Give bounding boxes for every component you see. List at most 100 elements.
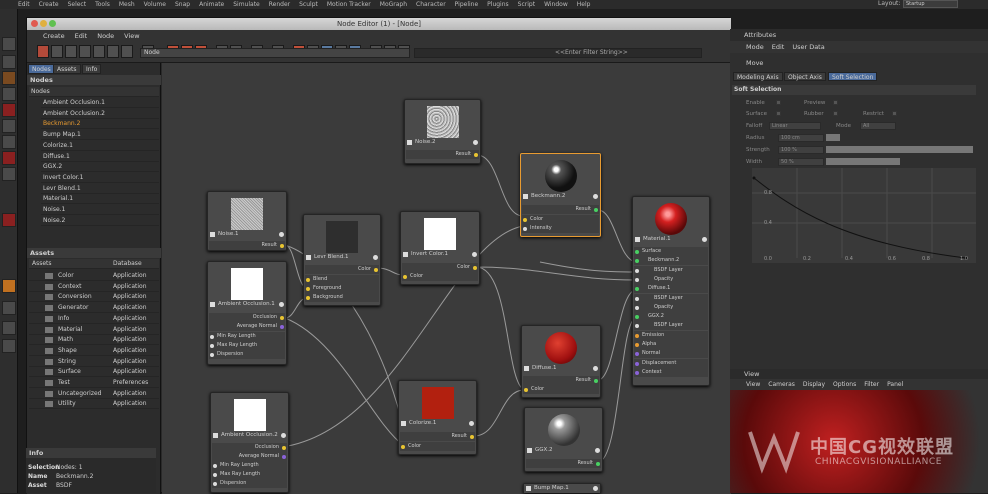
- surface-checkbox[interactable]: [776, 111, 781, 116]
- tool-icon[interactable]: [2, 87, 16, 101]
- node-list-item[interactable]: Ambient Occlusion.1: [41, 98, 159, 108]
- asset-row[interactable]: Generator Application: [29, 303, 159, 314]
- port-average-normal[interactable]: Average Normal: [209, 322, 285, 331]
- tool-icon[interactable]: [2, 213, 16, 227]
- material-port[interactable]: BSDF Layer: [634, 321, 708, 331]
- close-icon[interactable]: [31, 20, 38, 27]
- menu-simulate[interactable]: Simulate: [233, 1, 260, 8]
- menu-cameras[interactable]: Cameras: [768, 379, 795, 390]
- menu-pipeline[interactable]: Pipeline: [455, 1, 478, 8]
- port-result[interactable]: Result: [522, 205, 599, 214]
- menu-sculpt[interactable]: Sculpt: [299, 1, 318, 8]
- tool-icon[interactable]: [93, 45, 105, 58]
- menu-edit[interactable]: Edit: [772, 41, 785, 53]
- layout-select[interactable]: Startup: [903, 0, 958, 8]
- tool-icon[interactable]: [2, 135, 16, 149]
- port-min-ray[interactable]: Min Ray Length: [209, 332, 285, 341]
- mode-select[interactable]: All: [860, 122, 896, 130]
- width-input[interactable]: 50 %: [778, 158, 824, 166]
- node-list-item[interactable]: Levr Blend.1: [41, 184, 159, 194]
- menu-animate[interactable]: Animate: [199, 1, 224, 8]
- tool-icon[interactable]: [121, 45, 133, 58]
- menu-panel[interactable]: Panel: [887, 379, 903, 390]
- tool-icon[interactable]: [107, 45, 119, 58]
- menu-create[interactable]: Create: [39, 1, 59, 8]
- node-list-item[interactable]: Bump Map.1: [41, 130, 159, 141]
- port-color-out[interactable]: Color: [305, 265, 379, 274]
- asset-row[interactable]: Math Application: [29, 335, 159, 346]
- menu-plugins[interactable]: Plugins: [487, 1, 509, 8]
- port-result[interactable]: Result: [400, 432, 475, 441]
- material-port[interactable]: Diffuse.1: [634, 284, 708, 294]
- tool-icon[interactable]: [2, 37, 16, 51]
- material-port[interactable]: Context: [634, 367, 708, 377]
- node-list-item[interactable]: GGX.2: [41, 162, 159, 173]
- port-min-ray[interactable]: Min Ray Length: [212, 461, 287, 470]
- asset-row[interactable]: Shape Application: [29, 346, 159, 356]
- menu-mesh[interactable]: Mesh: [119, 1, 135, 8]
- strength-input[interactable]: 100 %: [778, 146, 824, 154]
- tool-icon[interactable]: [51, 45, 63, 58]
- port-color-in[interactable]: Color: [400, 442, 475, 451]
- editor-menu-create[interactable]: Create: [43, 32, 65, 40]
- strength-slider[interactable]: [826, 146, 973, 153]
- menu-help[interactable]: Help: [577, 1, 591, 8]
- tool-icon[interactable]: [65, 45, 77, 58]
- width-slider[interactable]: [826, 158, 900, 165]
- menu-edit[interactable]: Edit: [18, 1, 30, 8]
- port-max-ray[interactable]: Max Ray Length: [212, 470, 287, 479]
- tool-icon[interactable]: [2, 167, 16, 181]
- port-max-ray[interactable]: Max Ray Length: [209, 341, 285, 350]
- node-list-item[interactable]: Beckmann.2: [41, 119, 159, 130]
- port-result[interactable]: Result: [209, 241, 285, 250]
- asset-row[interactable]: Surface Application: [29, 367, 159, 378]
- port-intensity[interactable]: Intensity: [522, 224, 599, 233]
- tool-icon[interactable]: [2, 103, 16, 117]
- lock-icon[interactable]: [2, 321, 16, 335]
- menu-character[interactable]: Character: [416, 1, 446, 8]
- editor-menu-node[interactable]: Node: [97, 32, 114, 40]
- tool-icon[interactable]: [2, 151, 16, 165]
- menu-window[interactable]: Window: [544, 1, 568, 8]
- material-port[interactable]: Opacity: [634, 302, 708, 312]
- node-list-item[interactable]: Noise.1: [41, 205, 159, 215]
- tool-icon[interactable]: [2, 71, 16, 85]
- node-bump-map-1[interactable]: Bump Map.1: [523, 483, 601, 493]
- node-colorize-1[interactable]: Colorize.1 Result Color: [398, 380, 477, 455]
- node-list-item[interactable]: Invert Color.1: [41, 173, 159, 183]
- port-occlusion[interactable]: Occlusion: [209, 313, 285, 322]
- tab-soft-selection[interactable]: Soft Selection: [828, 72, 878, 81]
- radius-input[interactable]: 100 cm: [778, 134, 824, 142]
- node-ambient-occlusion-2[interactable]: Ambient Occlusion.2 Occlusion Average No…: [210, 392, 289, 493]
- material-port[interactable]: Opacity: [634, 274, 708, 284]
- material-port[interactable]: BSDF Layer: [634, 293, 708, 303]
- menu-motion-tracker[interactable]: Motion Tracker: [327, 1, 371, 8]
- port-average-normal[interactable]: Average Normal: [212, 452, 287, 461]
- asset-row[interactable]: Conversion Application: [29, 292, 159, 303]
- port-color-in[interactable]: Color: [523, 385, 599, 394]
- node-noise-2[interactable]: Noise.2 Result: [404, 99, 481, 164]
- asset-row[interactable]: Color Application: [29, 271, 159, 281]
- menu-snap[interactable]: Snap: [175, 1, 190, 8]
- falloff-graph[interactable]: [752, 168, 976, 263]
- tab-assets[interactable]: Assets: [53, 64, 81, 74]
- port-result[interactable]: Result: [406, 150, 479, 159]
- tool-icon[interactable]: [2, 55, 16, 69]
- material-port[interactable]: Beckmann.2: [634, 256, 708, 266]
- node-levr-blend-1[interactable]: Levr Blend.1 Color Blend Foreground Back…: [303, 214, 381, 306]
- port-occlusion[interactable]: Occlusion: [212, 443, 287, 452]
- menu-filter[interactable]: Filter: [864, 379, 879, 390]
- editor-menu-edit[interactable]: Edit: [75, 32, 88, 40]
- enable-checkbox[interactable]: [776, 100, 781, 105]
- material-port[interactable]: Surface: [634, 247, 708, 256]
- editor-menu-view[interactable]: View: [124, 32, 139, 40]
- tab-nodes[interactable]: Nodes: [28, 64, 55, 74]
- material-port[interactable]: GGX.2: [634, 312, 708, 322]
- port-background[interactable]: Background: [305, 293, 379, 302]
- asset-row[interactable]: Uncategorized Application: [29, 389, 159, 399]
- port-foreground[interactable]: Foreground: [305, 284, 379, 293]
- tab-info[interactable]: Info: [82, 64, 102, 74]
- port-blend[interactable]: Blend: [305, 275, 379, 284]
- node-list-item[interactable]: Diffuse.1: [41, 152, 159, 162]
- port-dispersion[interactable]: Dispersion: [212, 479, 287, 488]
